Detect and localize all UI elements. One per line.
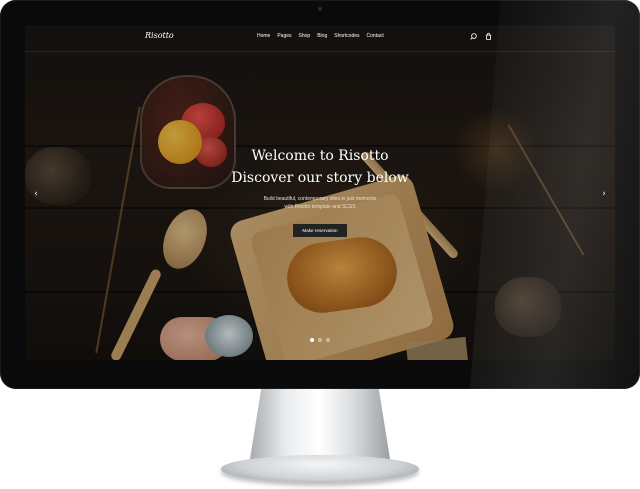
slider-dot-1[interactable] <box>310 338 314 342</box>
main-nav: Home Pages Shop Blog Shortcodes Contact <box>257 33 384 39</box>
nav-item-shortcodes[interactable]: Shortcodes <box>334 33 359 39</box>
hero-subtitle: Build beautiful, contemporary sites in j… <box>25 195 615 211</box>
hero-overlay <box>25 25 615 360</box>
website-screen: Risotto Home Pages Shop Blog Shortcodes … <box>25 25 615 360</box>
nav-item-blog[interactable]: Blog <box>317 33 327 39</box>
slider-dot-3[interactable] <box>326 338 330 342</box>
site-header: Risotto Home Pages Shop Blog Shortcodes … <box>25 25 615 52</box>
cart-icon[interactable] <box>484 32 493 41</box>
nav-item-pages[interactable]: Pages <box>277 33 291 39</box>
slider-dot-2[interactable] <box>318 338 322 342</box>
webcam <box>318 7 322 11</box>
slider-pagination <box>310 338 330 342</box>
monitor-stand-neck <box>250 389 390 459</box>
search-icon[interactable] <box>469 32 478 41</box>
hero-title-line-2: Discover our story below <box>231 170 409 186</box>
nav-item-contact[interactable]: Contact <box>367 33 384 39</box>
hero-subtitle-line-1: Build beautiful, contemporary sites in j… <box>263 196 377 202</box>
nav-item-home[interactable]: Home <box>257 33 270 39</box>
header-icons <box>469 32 493 41</box>
make-reservation-button[interactable]: Make reservation <box>293 224 347 237</box>
hero-title-line-1: Welcome to Risotto <box>251 148 389 164</box>
site-logo[interactable]: Risotto <box>145 31 174 40</box>
nav-item-shop[interactable]: Shop <box>299 33 311 39</box>
hero-subtitle-line-2: with Risotto template and SCSS <box>284 204 356 210</box>
monitor-stand-base <box>221 455 419 483</box>
monitor-bezel: Risotto Home Pages Shop Blog Shortcodes … <box>0 0 640 389</box>
